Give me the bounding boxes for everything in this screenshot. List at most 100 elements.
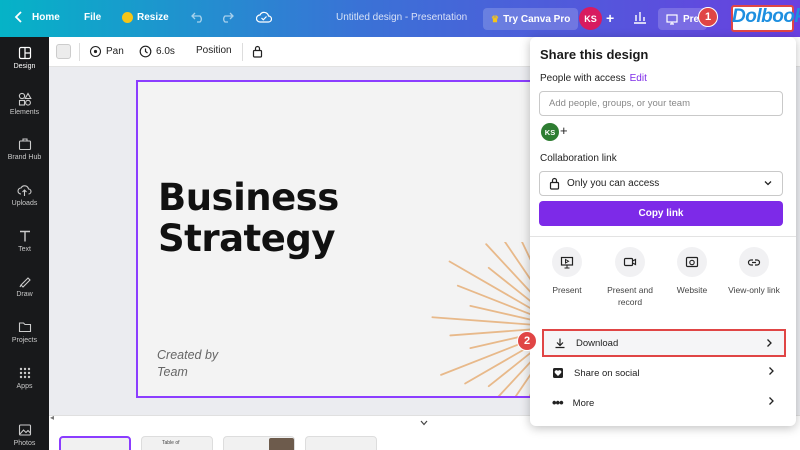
add-collaborator-icon[interactable]: + [560, 123, 568, 138]
record-action-circle [615, 247, 645, 277]
present-label: Pre [683, 13, 700, 25]
download-icon [555, 338, 565, 349]
pan-icon [89, 45, 102, 58]
sidebar-label-draw: Draw [16, 291, 33, 298]
share-social-label: Share on social [574, 367, 640, 379]
more-dots-icon: ••• [552, 395, 564, 410]
action-present-and-record[interactable]: Present and record [600, 247, 660, 308]
sidebar-item-brand-hub[interactable]: Brand Hub [0, 137, 49, 161]
pen-icon [19, 277, 31, 288]
copy-link-button[interactable]: Copy link [539, 201, 783, 226]
collaborator-avatar[interactable]: KS [541, 123, 559, 141]
download-label: Download [576, 337, 619, 349]
page-thumbnail-1[interactable] [59, 436, 131, 450]
heart-icon [553, 368, 563, 378]
sidebar-label-uploads: Uploads [11, 200, 38, 207]
grid-icon [19, 367, 30, 379]
more-option[interactable]: ••• More [542, 389, 786, 417]
present-icon [560, 256, 574, 268]
try-canva-pro-button[interactable]: ♛ Try Canva Pro [483, 8, 579, 30]
home-label: Home [32, 11, 60, 23]
duration-label: 6.0s [156, 46, 175, 57]
sidebar-item-uploads[interactable]: Uploads [0, 183, 49, 207]
page-thumbnail-4[interactable] [305, 436, 377, 450]
slide-subtitle[interactable]: Created by Team [157, 347, 218, 381]
access-level-value: Only you can access [567, 178, 660, 189]
add-people-input[interactable]: Add people, groups, or your team [539, 91, 783, 116]
slide-subtitle-line1: Created by [157, 348, 219, 362]
pan-label: Pan [106, 46, 124, 57]
sidebar-item-photos[interactable]: Photos [0, 423, 49, 447]
scroll-left-arrow[interactable]: ◂ [50, 413, 54, 422]
redo-button[interactable] [220, 11, 234, 23]
people-access-label: People with access Edit [540, 73, 647, 84]
people-access-text: People with access [540, 73, 626, 84]
duration-button[interactable]: 6.0s [139, 45, 175, 58]
video-camera-icon [623, 257, 637, 267]
layout-icon [18, 46, 31, 60]
record-action-label: Present and record [607, 285, 653, 307]
slide-canvas[interactable]: Business Strategy Created by Team [136, 80, 566, 398]
action-website[interactable]: Website [662, 247, 722, 296]
more-label: More [572, 397, 595, 409]
cloud-save-button[interactable] [256, 10, 272, 24]
sidebar-item-apps[interactable]: Apps [0, 366, 49, 390]
present-icon [666, 13, 678, 25]
chevron-right-icon [769, 367, 774, 375]
chevron-right-icon [769, 397, 774, 405]
slide-title[interactable]: Business Strategy [158, 177, 339, 259]
edit-link[interactable]: Edit [630, 73, 647, 84]
pan-button[interactable]: Pan [89, 45, 124, 58]
present-action-circle [552, 247, 582, 277]
file-menu[interactable]: File [84, 12, 101, 23]
sidebar-label-projects: Projects [11, 337, 38, 344]
sidebar-item-text[interactable]: Text [0, 229, 49, 253]
try-pro-label: Try Canva Pro [503, 13, 571, 25]
folder-icon [18, 322, 31, 333]
chevron-down-icon [764, 181, 772, 186]
add-people-placeholder: Add people, groups, or your team [549, 98, 691, 109]
file-label: File [84, 12, 102, 23]
insights-button[interactable] [632, 9, 648, 28]
sidebar-item-elements[interactable]: Elements [0, 92, 49, 116]
share-on-social-option[interactable]: Share on social [542, 359, 786, 387]
panel-divider [530, 236, 796, 237]
action-view-only-link[interactable]: View-only link [724, 247, 784, 296]
thumbnail-3-image [269, 438, 294, 450]
download-option[interactable]: Download [542, 329, 786, 357]
chevron-down-icon [420, 420, 428, 426]
page-thumbnail-2[interactable]: Table of [141, 436, 213, 450]
background-color-swatch[interactable] [56, 44, 71, 59]
collaboration-link-label: Collaboration link [540, 153, 617, 164]
crown-icon [122, 12, 133, 23]
page-thumbnail-3[interactable] [223, 436, 295, 450]
chevron-left-icon [14, 11, 22, 23]
lock-button[interactable] [252, 45, 263, 58]
share-panel-title: Share this design [540, 47, 649, 62]
action-present[interactable]: Present [537, 247, 597, 296]
sidebar-item-draw[interactable]: Draw [0, 274, 49, 298]
sidebar-item-projects[interactable]: Projects [0, 320, 49, 344]
position-button[interactable]: Position [196, 45, 232, 56]
toolbar-divider [79, 43, 80, 61]
undo-icon [191, 12, 202, 23]
document-title[interactable]: Untitled design - Presentation [336, 12, 467, 23]
slide-title-line2: Strategy [158, 217, 335, 260]
redo-icon [223, 12, 234, 23]
collapse-pages-tab[interactable] [404, 419, 444, 433]
text-icon [19, 230, 30, 242]
link-action-circle [739, 247, 769, 277]
lock-icon [252, 45, 263, 58]
access-level-select[interactable]: Only you can access [539, 171, 783, 196]
undo-button[interactable] [191, 11, 205, 23]
user-avatar[interactable]: KS [579, 7, 602, 30]
resize-button[interactable]: Resize [122, 12, 169, 23]
resize-label: Resize [137, 12, 169, 23]
bar-chart-icon [634, 12, 646, 24]
sidebar-label-apps: Apps [16, 383, 33, 390]
home-button[interactable]: Home [14, 11, 60, 23]
slide-subtitle-line2: Team [157, 365, 188, 379]
sidebar-item-design[interactable]: Design [0, 46, 49, 70]
add-collaborator-button[interactable]: + [606, 10, 614, 26]
sidebar-label-photos: Photos [13, 440, 36, 447]
